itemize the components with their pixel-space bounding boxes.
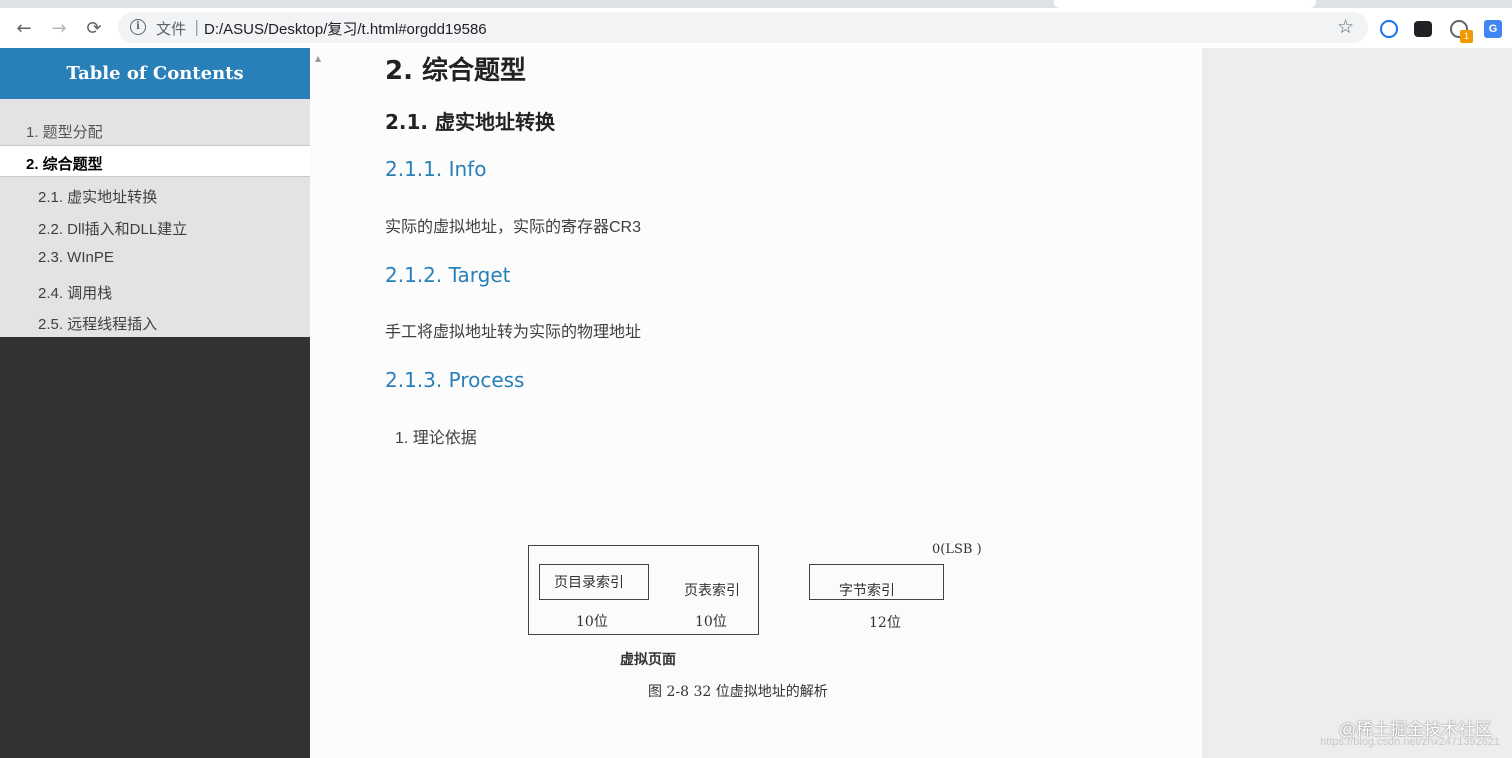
extension-icon[interactable]: [1380, 20, 1398, 38]
toc-item-label: 2.5. 远程线程插入: [38, 316, 158, 333]
extension-icon[interactable]: [1414, 21, 1432, 37]
toc-item-label: 2.2. Dll插入和DLL建立: [38, 221, 188, 238]
toc-item[interactable]: 1. 题型分配: [0, 114, 310, 146]
forward-arrow-icon[interactable]: →: [47, 16, 71, 40]
toc-item[interactable]: 2.3. WInPE: [0, 242, 310, 274]
url-scheme: 文件: [156, 21, 187, 38]
section-heading: 2. 综合题型: [385, 56, 527, 86]
subsection-heading: 2.1. 虚实地址转换: [385, 110, 555, 134]
paragraph: 实际的虚拟地址，实际的寄存器CR3: [385, 219, 642, 236]
toc-item-label: 2. 综合题型: [26, 156, 103, 173]
figure-image: 0(LSB ) 页目录索引 页表索引 字节索引 10位 10位 12位 虚拟页面…: [468, 514, 1072, 706]
toc-header: Table of Contents: [0, 48, 310, 99]
bits-label: 10位: [695, 614, 727, 630]
page-directory-label: 页目录索引: [554, 575, 624, 591]
toc-item-current[interactable]: 2. 综合题型: [0, 145, 310, 177]
subsubsection-heading: 2.1.1. Info: [385, 157, 487, 181]
active-tab[interactable]: [1054, 0, 1316, 8]
toc-item-label: 2.1. 虚实地址转换: [38, 189, 158, 206]
reload-icon[interactable]: ⟳: [82, 16, 106, 40]
byte-index-label: 字节索引: [839, 583, 895, 599]
toc-item-label: 1. 题型分配: [26, 124, 103, 141]
browser-toolbar: ← → ⟳ i 文件 | D:/ASUS/Desktop/复习/t.html#o…: [0, 8, 1512, 49]
scroll-up-arrow-icon[interactable]: ▲: [315, 54, 321, 63]
bits-label: 12位: [869, 615, 901, 631]
url-text[interactable]: D:/ASUS/Desktop/复习/t.html#orgdd19586: [204, 18, 487, 39]
info-icon[interactable]: i: [130, 19, 146, 35]
address-bar[interactable]: i 文件 | D:/ASUS/Desktop/复习/t.html#orgdd19…: [118, 12, 1368, 43]
toc-item-label: 2.4. 调用栈: [38, 285, 113, 302]
translate-extension-icon[interactable]: G: [1484, 20, 1502, 38]
list-item: 1. 理论依据: [395, 430, 477, 447]
extension-badge: 1: [1460, 30, 1473, 43]
toc-item-label: 2.3. WInPE: [38, 249, 114, 266]
back-arrow-icon[interactable]: ←: [12, 16, 36, 40]
figure-caption: 图 2-8 32 位虚拟地址的解析: [648, 684, 828, 700]
url-separator: |: [194, 17, 200, 36]
right-margin: [1202, 48, 1512, 758]
page-table-label: 页表索引: [684, 583, 740, 599]
toc-item[interactable]: 2.5. 远程线程插入: [0, 306, 310, 338]
paragraph: 手工将虚拟地址转为实际的物理地址: [385, 324, 642, 341]
toc-list: 1. 题型分配 2. 综合题型 2.1. 虚实地址转换 2.2. Dll插入和D…: [0, 99, 310, 337]
subsubsection-heading: 2.1.2. Target: [385, 263, 511, 287]
toc-item[interactable]: 2.2. Dll插入和DLL建立: [0, 211, 310, 243]
bookmark-star-icon[interactable]: ☆: [1337, 16, 1354, 38]
bits-label: 10位: [576, 614, 608, 630]
toc-sidebar: Table of Contents 1. 题型分配 2. 综合题型 2.1. 虚…: [0, 48, 310, 758]
toc-item[interactable]: 2.1. 虚实地址转换: [0, 179, 310, 211]
tab-strip: [0, 0, 1512, 8]
virtual-page-label: 虚拟页面: [620, 652, 676, 668]
watermark-url: https://blog.csdn.net/zhx2471392621: [1320, 736, 1500, 748]
toc-item[interactable]: 2.4. 调用栈: [0, 275, 310, 307]
lsb-label: 0(LSB ): [932, 542, 982, 557]
subsubsection-heading: 2.1.3. Process: [385, 368, 525, 392]
toc-title: Table of Contents: [66, 63, 244, 84]
